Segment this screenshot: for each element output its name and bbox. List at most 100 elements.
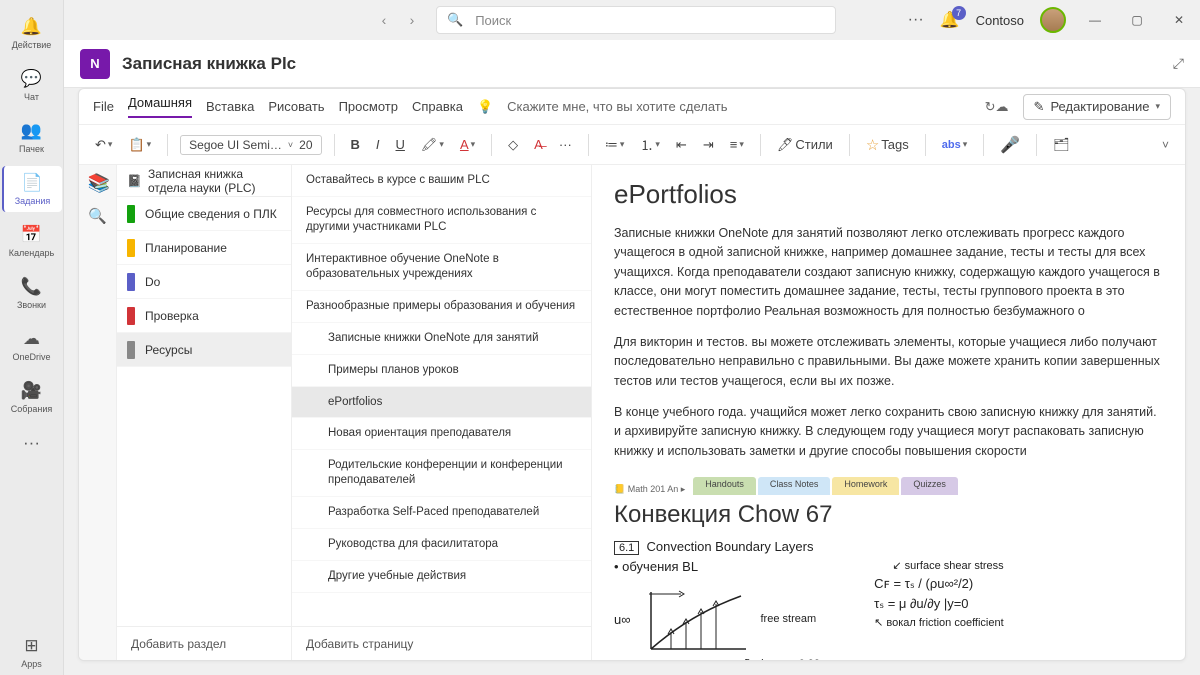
avatar[interactable] [1040,7,1066,33]
numbering-button[interactable]: ⒈▾ [636,133,664,156]
clear-format-button[interactable]: ◇ [504,135,522,155]
document-pane[interactable]: ePortfolios Записные книжки OneNote для … [592,165,1185,660]
window-close[interactable]: ✕ [1166,7,1192,33]
tab-classnotes[interactable]: Class Notes [758,477,831,495]
page-item[interactable]: Руководства для фасилитатора [292,529,591,561]
rail-calls[interactable]: 📞Звонки [2,270,62,316]
font-family-select[interactable]: Segoe UI Semi…˅20 [180,135,321,155]
bold-button[interactable]: B [347,135,364,154]
sections-pane: 📓 Записная книжка отдела науки (PLC) Общ… [117,165,292,660]
indent-button[interactable]: ⇥ [699,135,718,155]
paste-button[interactable]: 📋▾ [124,135,155,155]
format-painter-button[interactable]: A̶ [530,135,547,154]
library-icon[interactable]: 📚 [88,173,108,193]
page-item[interactable]: Родительские конференции и конференции п… [292,450,591,497]
page-item[interactable]: Интерактивное обучение OneNote в образов… [292,244,591,291]
search-notebook-icon[interactable]: 🔍 [88,207,107,225]
boundary-layer-sketch-icon [641,584,751,654]
more-menu[interactable]: ··· [908,11,924,29]
window-minimize[interactable]: — [1082,7,1108,33]
tell-me-input[interactable]: Скажите мне, что вы хотите сделать [507,99,727,114]
org-label: Contoso [976,13,1024,28]
italic-button[interactable]: I [372,135,384,154]
align-button[interactable]: ≡▾ [726,135,748,154]
section-color-tab [127,341,135,359]
rail-apps[interactable]: ⊞Apps [2,629,62,675]
add-page-button[interactable]: Добавить страницу [292,626,591,660]
section-label: Проверка [145,309,199,323]
page-item[interactable]: Разработка Self-Paced преподавателей [292,497,591,529]
add-section-button[interactable]: Добавить раздел [117,626,291,660]
underline-button[interactable]: U [392,135,409,154]
menu-file[interactable]: File [93,99,114,114]
styles-button[interactable]: 🖊Стили [773,135,837,155]
rail-teams[interactable]: 👥Пачек [2,114,62,160]
menu-insert[interactable]: Вставка [206,99,254,114]
apps-icon: ⊞ [21,635,43,657]
page-item[interactable]: Примеры планов уроков [292,355,591,387]
outdent-button[interactable]: ⇤ [672,135,691,155]
bullets-button[interactable]: ≔▾ [601,135,629,155]
rail-calendar[interactable]: 📅Календарь [2,218,62,264]
page-item[interactable]: Новая ориентация преподавателя [292,418,591,450]
page-item[interactable]: Другие учебные действия [292,561,591,593]
dictate-button[interactable]: 🎤 [996,133,1024,157]
tab-homework[interactable]: Homework [832,477,899,495]
nav-back-button[interactable]: ‹ [372,8,396,32]
lightbulb-icon: 💡 [477,99,493,115]
onenote-logo-icon: N [80,49,110,79]
tab-quizzes[interactable]: Quizzes [901,477,958,495]
app-rail: 🔔Действие 💬Чат 👥Пачек 📄Задания 📅Календар… [0,0,64,675]
menu-home[interactable]: Домашняя [128,95,192,118]
page-item[interactable]: Записные книжки OneNote для занятий [292,323,591,355]
section-item[interactable]: Do [117,265,291,299]
page-item[interactable]: Разнообразные примеры образования и обуч… [292,291,591,323]
search-input[interactable]: 🔍 Поиск [436,6,836,34]
rail-assignments[interactable]: 📄Задания [2,166,62,212]
section-color-tab [127,205,135,223]
chat-icon: 💬 [21,68,43,90]
page-item[interactable]: Оставайтесь в курсе с вашим PLC [292,165,591,197]
feed-button[interactable]: 🗂 [1049,135,1074,155]
menu-view[interactable]: Просмотр [339,99,398,114]
notebook-title: Записная книжка Plc [122,54,296,74]
editing-mode-button[interactable]: ✎ Редактирование▾ [1023,94,1171,120]
handwritten-notes: 6.1 Convection Boundary Layers • обучени… [614,539,1163,660]
section-color-tab [127,239,135,257]
section-item[interactable]: Общие сведения о ПЛК [117,197,291,231]
ribbon-more[interactable]: ··· [555,135,576,154]
section-item[interactable]: Проверка [117,299,291,333]
ribbon: ↶▾ 📋▾ Segoe UI Semi…˅20 B I U 🖍▾ A▾ ◇ A̶… [79,125,1185,165]
handwritten-title: Конвекция Chow 67 [614,501,1163,529]
collapse-icon[interactable]: ⤢ [1173,55,1184,72]
rail-chat[interactable]: 💬Чат [2,62,62,108]
rail-meetings[interactable]: 🎥Собрания [2,374,62,420]
search-placeholder: Поиск [475,13,511,28]
sync-icon[interactable]: ↻☁ [985,99,1009,115]
tab-handouts[interactable]: Handouts [693,477,756,495]
section-color-tab [127,273,135,291]
rail-onedrive[interactable]: ☁OneDrive [2,322,62,368]
font-color-button[interactable]: A▾ [456,135,479,154]
page-title: ePortfolios [614,179,1163,210]
nav-forward-button[interactable]: › [400,8,424,32]
rail-more[interactable]: ··· [2,426,62,462]
highlight-button[interactable]: 🖍▾ [417,135,448,155]
embedded-notebook-tabs: 📒 Math 201 An ▸ Handouts Class Notes Hom… [614,473,1163,495]
rail-activity[interactable]: 🔔Действие [2,10,62,56]
menu-help[interactable]: Справка [412,99,463,114]
section-item[interactable]: Планирование [117,231,291,265]
window-maximize[interactable]: ▢ [1124,7,1150,33]
notifications-button[interactable]: 🔔 [940,10,960,30]
notebook-header[interactable]: 📓 Записная книжка отдела науки (PLC) [117,165,291,197]
undo-button[interactable]: ↶▾ [91,135,116,155]
ribbon-chevron[interactable]: ˅ [1158,136,1173,154]
menu-draw[interactable]: Рисовать [268,99,324,114]
page-item[interactable]: Ресурсы для совместного использования с … [292,197,591,244]
page-item[interactable]: ePortfolios [292,387,591,419]
tags-button[interactable]: ☆Tags [862,134,913,156]
section-label: Do [145,275,160,289]
section-item[interactable]: Ресурсы [117,333,291,367]
spellcheck-button[interactable]: abs▾ [938,137,972,153]
section-label: Общие сведения о ПЛК [145,207,277,221]
